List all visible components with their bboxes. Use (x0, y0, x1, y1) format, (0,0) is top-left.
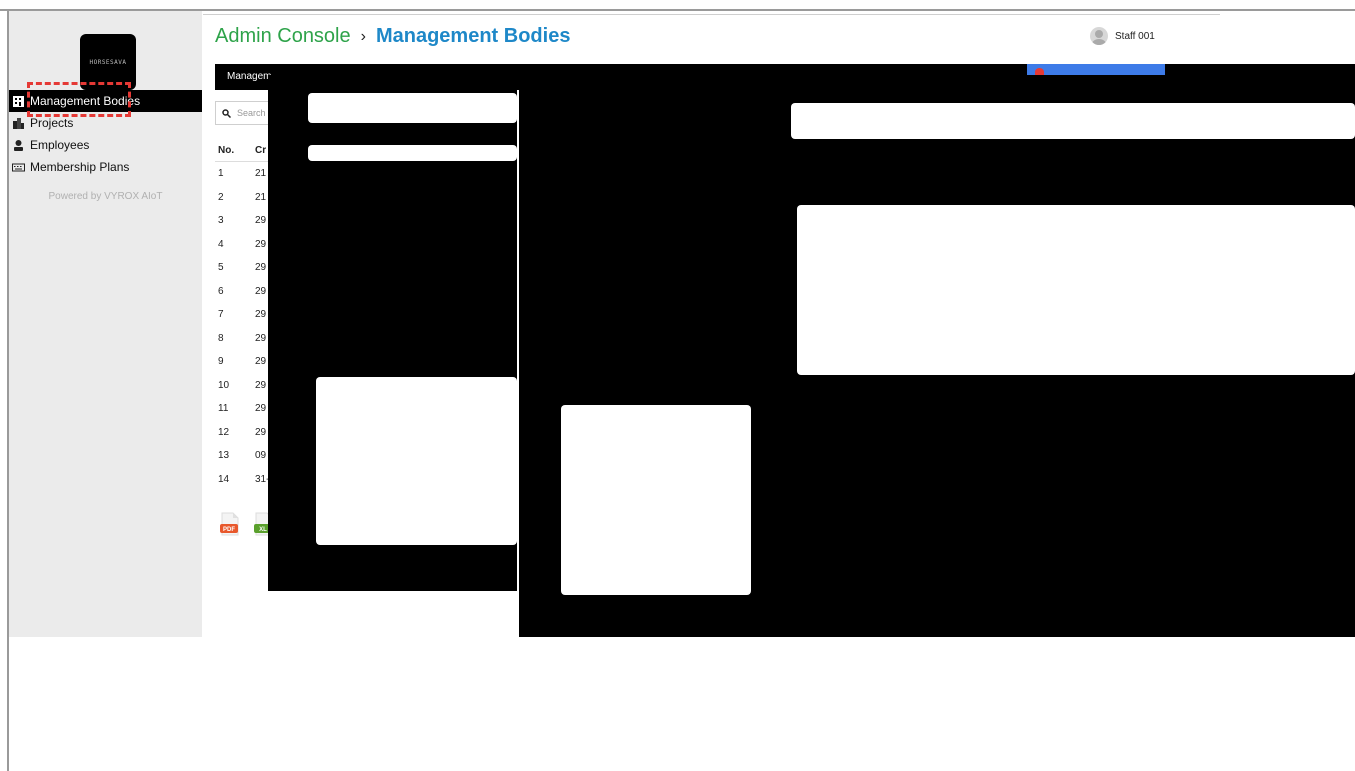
selection-highlight (27, 82, 131, 117)
pdf-label: PDF (223, 527, 235, 533)
cell-no: 14 (218, 473, 230, 485)
table-row[interactable]: 6 29 (215, 280, 275, 304)
overlay-block-left (268, 75, 517, 591)
cell-no: 4 (218, 238, 224, 250)
table-row[interactable]: 9 29 (215, 350, 275, 374)
table-row[interactable]: 7 29 (215, 303, 275, 327)
cell-no: 1 (218, 168, 224, 180)
user-name: Staff 001 (1115, 30, 1155, 42)
export-buttons: PDF XL (220, 512, 274, 536)
breadcrumb-root[interactable]: Admin Console (215, 25, 351, 48)
city-icon (11, 116, 25, 130)
user-menu[interactable]: Staff 001 (1090, 27, 1155, 45)
column-header-no[interactable]: No. (215, 145, 255, 156)
cell-no: 3 (218, 215, 224, 227)
sidebar-item-membership-plans[interactable]: Membership Plans (9, 156, 202, 178)
overlay-panel (308, 145, 517, 161)
powered-by-text: Powered by VYROX AIoT (48, 191, 163, 202)
keyboard-icon (11, 160, 25, 174)
table-row[interactable]: 2 21 (215, 186, 275, 210)
sidebar-item-label: Projects (30, 116, 74, 130)
sidebar-item-employees[interactable]: Employees (9, 134, 202, 156)
breadcrumb-separator: › (360, 27, 366, 45)
building-icon (11, 94, 25, 108)
overlay-panel (791, 103, 1355, 139)
overlay-block-middle (519, 75, 751, 637)
cell-no: 12 (218, 426, 230, 438)
sidebar-item-label: Membership Plans (30, 160, 130, 174)
person-icon (11, 138, 25, 152)
window-frame-top (0, 9, 1355, 11)
page-title: Admin Console › Management Bodies (215, 25, 570, 48)
table-row[interactable]: 11 29 (215, 397, 275, 421)
cell-no: 8 (218, 332, 224, 344)
table-header: No. Cr (215, 140, 275, 162)
table-row[interactable]: 1 21 (215, 162, 275, 186)
overlay-panel (316, 377, 517, 545)
cell-no: 2 (218, 191, 224, 203)
table-body: 1 21 2 21 3 29 4 29 5 29 6 29 7 29 8 29 9 29 10 29 11 29 12 29 1… (215, 162, 275, 491)
overlay-panel (797, 205, 1355, 375)
data-table: No. Cr 1 21 2 21 3 29 4 29 5 29 6 29 7 29 8 29 9 29 10 29 11… (215, 140, 275, 491)
avatar (1090, 27, 1108, 45)
cell-no: 6 (218, 285, 224, 297)
table-row[interactable]: 12 29 (215, 421, 275, 445)
pdf-export-icon[interactable]: PDF (220, 512, 240, 536)
table-row[interactable]: 4 29 (215, 233, 275, 257)
cell-no: 10 (218, 379, 230, 391)
table-row[interactable]: 5 29 (215, 256, 275, 280)
cell-no: 7 (218, 309, 224, 321)
table-row[interactable]: 10 29 (215, 374, 275, 398)
logo-text: HORSESAVA (89, 58, 127, 66)
cell-no: 13 (218, 450, 230, 462)
tab-management-bodies[interactable]: Managem (227, 71, 271, 82)
search-input[interactable]: Search (215, 101, 271, 125)
table-row[interactable]: 3 29 (215, 209, 275, 233)
sidebar-item-label: Employees (30, 138, 90, 152)
table-row[interactable]: 8 29 (215, 327, 275, 351)
overlay-panel (308, 93, 517, 123)
search-icon (222, 108, 231, 118)
table-row[interactable]: 13 09 (215, 444, 275, 468)
cell-no: 11 (218, 403, 229, 415)
overlay-block-right (751, 75, 1355, 637)
cell-no: 5 (218, 262, 224, 274)
table-row[interactable]: 14 31- (215, 468, 275, 492)
cell-no: 9 (218, 356, 224, 368)
xls-label: XL (259, 527, 267, 533)
overlay-panel (561, 405, 751, 595)
breadcrumb-current: Management Bodies (375, 25, 571, 47)
search-placeholder: Search (237, 108, 266, 118)
header-divider (203, 14, 1220, 15)
